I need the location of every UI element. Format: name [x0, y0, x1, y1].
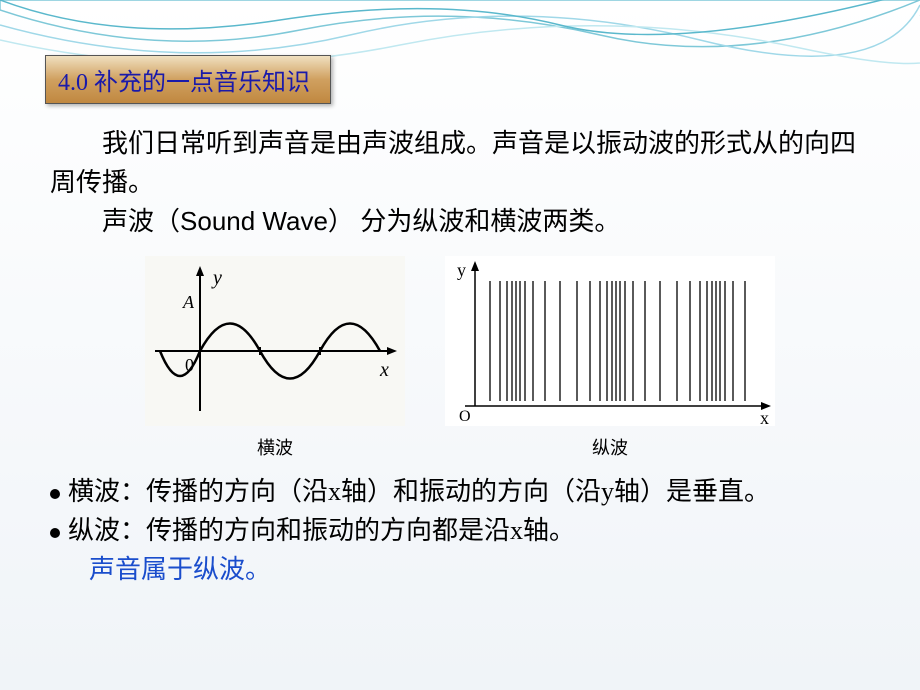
amplitude-label: A — [182, 292, 195, 312]
paragraph-1: 我们日常听到声音是由声波组成。声音是以振动波的形式从的向四周传播。 — [50, 124, 875, 202]
longitudinal-wave-diagram: y x O — [445, 256, 775, 426]
bullet-list: 横波：传播的方向（沿x轴）和振动的方向（沿y轴）是垂直。 纵波：传播的方向和振动… — [50, 472, 875, 589]
transverse-wave-wrapper: y x A 0 横波 — [145, 256, 405, 460]
bullet-2: 纵波：传播的方向和振动的方向都是沿x轴。 — [50, 511, 875, 550]
bullet-icon — [50, 489, 60, 499]
compression-lines — [490, 281, 745, 401]
final-note: 声音属于纵波。 — [50, 550, 875, 589]
p2-suffix: ） 分为纵波和横波两类。 — [328, 207, 621, 236]
final-note-text: 声音属于纵波。 — [89, 555, 271, 584]
p2-prefix: 声波（ — [102, 207, 180, 236]
bullet-1-text: 横波：传播的方向（沿x轴）和振动的方向（沿y轴）是垂直。 — [68, 477, 770, 506]
transverse-label: 横波 — [257, 434, 293, 460]
bullet-icon — [50, 528, 60, 538]
bullet-1: 横波：传播的方向（沿x轴）和振动的方向（沿y轴）是垂直。 — [50, 472, 875, 511]
slide-content: 4.0 补充的一点音乐知识 我们日常听到声音是由声波组成。声音是以振动波的形式从… — [0, 0, 920, 609]
longitudinal-wave-wrapper: y x O — [445, 256, 775, 460]
long-y-label: y — [457, 260, 466, 280]
bullet-2-text: 纵波：传播的方向和振动的方向都是沿x轴。 — [68, 516, 575, 545]
paragraph-2: 声波（Sound Wave） 分为纵波和横波两类。 — [50, 202, 875, 241]
section-title-box: 4.0 补充的一点音乐知识 — [45, 55, 331, 104]
transverse-wave-diagram: y x A 0 — [145, 256, 405, 426]
longitudinal-label: 纵波 — [592, 434, 628, 460]
section-title: 4.0 补充的一点音乐知识 — [58, 70, 310, 96]
long-x-label: x — [760, 408, 769, 426]
long-origin: O — [459, 408, 471, 425]
p2-english: Sound Wave — [180, 206, 328, 236]
diagrams-container: y x A 0 横波 y x O — [45, 256, 875, 460]
y-axis-label: y — [211, 267, 222, 289]
x-axis-label: x — [379, 359, 389, 381]
